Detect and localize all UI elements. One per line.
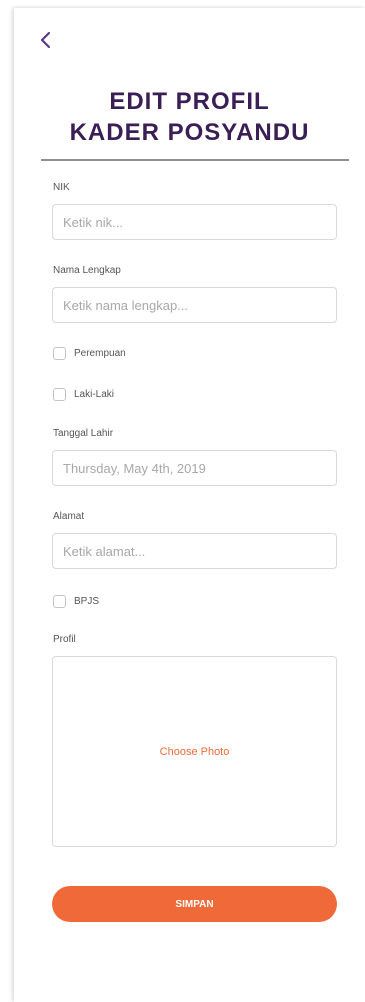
bpjs-checkbox[interactable]: BPJS [53,593,99,609]
tanggal-lahir-label: Tanggal Lahir [53,428,114,439]
laki-laki-checkbox[interactable]: Laki-Laki [53,386,114,402]
laki-laki-label: Laki-Laki [74,388,115,400]
nama-lengkap-label: Nama Lengkap [53,265,121,276]
nik-label: NIK [53,182,70,193]
perempuan-checkbox-box[interactable] [53,346,66,360]
chevron-left-icon [40,31,51,49]
laki-laki-checkbox-box[interactable] [53,387,66,401]
title-divider [41,159,349,161]
tanggal-lahir-input[interactable] [52,450,337,486]
page-title-line1: EDIT PROFIL [109,88,270,115]
alamat-label: Alamat [53,511,85,522]
bpjs-checkbox-box[interactable] [53,594,66,608]
choose-photo-link[interactable]: Choose Photo [160,746,230,758]
back-button[interactable] [34,28,56,52]
page-title-line2: KADER POSYANDU [69,119,310,146]
profil-label: Profil [53,634,76,645]
screen: EDIT PROFIL KADER POSYANDU NIK Nama Leng… [14,8,365,1002]
simpan-button[interactable]: SIMPAN [52,886,337,922]
alamat-input[interactable] [52,533,337,569]
nik-input[interactable] [52,204,337,240]
perempuan-checkbox[interactable]: Perempuan [53,345,126,361]
perempuan-label: Perempuan [74,347,126,359]
bpjs-label: BPJS [74,595,100,607]
nama-lengkap-input[interactable] [52,287,337,323]
photo-picker[interactable]: Choose Photo [52,656,337,847]
page-title: EDIT PROFIL KADER POSYANDU [14,86,365,148]
